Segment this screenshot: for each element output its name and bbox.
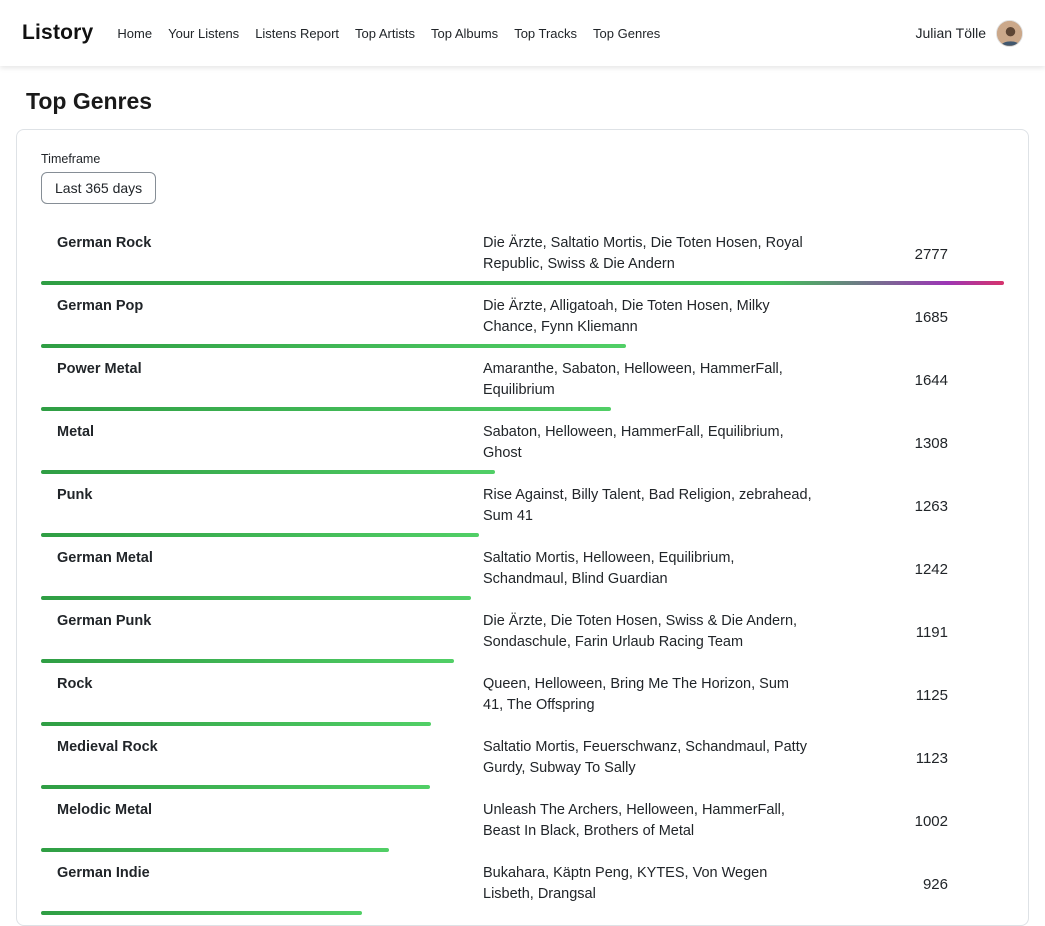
genre-count: 1191 xyxy=(813,624,988,641)
genre-row[interactable]: Rock Queen, Helloween, Bring Me The Hori… xyxy=(41,663,1004,726)
genre-bar-track xyxy=(41,911,1004,915)
genre-row[interactable]: German Rock Die Ärzte, Saltatio Mortis, … xyxy=(41,222,1004,285)
genre-row-content: Melodic Metal Unleash The Archers, Hello… xyxy=(41,800,1004,842)
nav-listens-report[interactable]: Listens Report xyxy=(255,22,339,45)
genre-name: Metal xyxy=(57,422,483,440)
timeframe-label: Timeframe xyxy=(41,152,1004,166)
genre-row-content: Punk Rise Against, Billy Talent, Bad Rel… xyxy=(41,485,1004,527)
user-menu[interactable]: Julian Tölle xyxy=(915,20,1023,47)
genre-row-content: Medieval Rock Saltatio Mortis, Feuerschw… xyxy=(41,737,1004,779)
genre-row-content: German Punk Die Ärzte, Die Toten Hosen, … xyxy=(41,611,1004,653)
user-avatar-icon[interactable] xyxy=(996,20,1023,47)
nav-your-listens[interactable]: Your Listens xyxy=(168,22,239,45)
genre-row-content: Power Metal Amaranthe, Sabaton, Hellowee… xyxy=(41,359,1004,401)
genre-row[interactable]: German Metal Saltatio Mortis, Helloween,… xyxy=(41,537,1004,600)
genre-row[interactable]: German Pop Die Ärzte, Alligatoah, Die To… xyxy=(41,285,1004,348)
genre-artists: Unleash The Archers, Helloween, HammerFa… xyxy=(483,800,813,842)
genre-count: 926 xyxy=(813,876,988,893)
genre-artists: Amaranthe, Sabaton, Helloween, HammerFal… xyxy=(483,359,813,401)
genre-row[interactable]: Power Metal Amaranthe, Sabaton, Hellowee… xyxy=(41,348,1004,411)
genre-count: 1002 xyxy=(813,813,988,830)
genre-row-content: Metal Sabaton, Helloween, HammerFall, Eq… xyxy=(41,422,1004,464)
genre-count: 2777 xyxy=(813,246,988,263)
genre-bar xyxy=(41,911,362,915)
genre-name: German Metal xyxy=(57,548,483,566)
genre-row[interactable]: German Punk Die Ärzte, Die Toten Hosen, … xyxy=(41,600,1004,663)
app-logo[interactable]: Listory xyxy=(22,21,93,45)
genre-artists: Saltatio Mortis, Helloween, Equilibrium,… xyxy=(483,548,813,590)
genre-row-content: German Rock Die Ärzte, Saltatio Mortis, … xyxy=(41,233,1004,275)
genre-artists: Rise Against, Billy Talent, Bad Religion… xyxy=(483,485,813,527)
genre-artists: Saltatio Mortis, Feuerschwanz, Schandmau… xyxy=(483,737,813,779)
timeframe-select-button[interactable]: Last 365 days xyxy=(41,172,156,204)
genre-name: Melodic Metal xyxy=(57,800,483,818)
genre-row[interactable]: Punk Rise Against, Billy Talent, Bad Rel… xyxy=(41,474,1004,537)
genre-row[interactable]: German Indie Bukahara, Käptn Peng, KYTES… xyxy=(41,852,1004,915)
genre-artists: Sabaton, Helloween, HammerFall, Equilibr… xyxy=(483,422,813,464)
genre-row[interactable]: Medieval Rock Saltatio Mortis, Feuerschw… xyxy=(41,726,1004,789)
genre-list: German Rock Die Ärzte, Saltatio Mortis, … xyxy=(41,222,1004,915)
genre-row[interactable]: Melodic Metal Unleash The Archers, Hello… xyxy=(41,789,1004,852)
genre-count: 1685 xyxy=(813,309,988,326)
genre-count: 1644 xyxy=(813,372,988,389)
nav-home[interactable]: Home xyxy=(117,22,152,45)
top-navigation-bar: Listory Home Your Listens Listens Report… xyxy=(0,0,1045,66)
genre-name: German Punk xyxy=(57,611,483,629)
main-nav: Home Your Listens Listens Report Top Art… xyxy=(117,22,660,45)
genre-artists: Queen, Helloween, Bring Me The Horizon, … xyxy=(483,674,813,716)
nav-top-tracks[interactable]: Top Tracks xyxy=(514,22,577,45)
genre-count: 1308 xyxy=(813,435,988,452)
genre-name: Power Metal xyxy=(57,359,483,377)
genre-name: Rock xyxy=(57,674,483,692)
genre-count: 1125 xyxy=(813,687,988,704)
genre-name: Medieval Rock xyxy=(57,737,483,755)
genre-count: 1263 xyxy=(813,498,988,515)
user-name: Julian Tölle xyxy=(915,25,986,41)
genre-count: 1123 xyxy=(813,750,988,767)
genre-name: Punk xyxy=(57,485,483,503)
genre-name: German Rock xyxy=(57,233,483,251)
top-genres-card: Timeframe Last 365 days German Rock Die … xyxy=(16,129,1029,926)
genre-name: German Indie xyxy=(57,863,483,881)
genre-row[interactable]: Metal Sabaton, Helloween, HammerFall, Eq… xyxy=(41,411,1004,474)
genre-count: 1242 xyxy=(813,561,988,578)
genre-row-content: Rock Queen, Helloween, Bring Me The Hori… xyxy=(41,674,1004,716)
genre-artists: Die Ärzte, Die Toten Hosen, Swiss & Die … xyxy=(483,611,813,653)
nav-top-genres[interactable]: Top Genres xyxy=(593,22,660,45)
nav-top-albums[interactable]: Top Albums xyxy=(431,22,498,45)
genre-artists: Die Ärzte, Saltatio Mortis, Die Toten Ho… xyxy=(483,233,813,275)
nav-top-artists[interactable]: Top Artists xyxy=(355,22,415,45)
genre-artists: Bukahara, Käptn Peng, KYTES, Von Wegen L… xyxy=(483,863,813,905)
genre-row-content: German Pop Die Ärzte, Alligatoah, Die To… xyxy=(41,296,1004,338)
genre-name: German Pop xyxy=(57,296,483,314)
genre-row-content: German Indie Bukahara, Käptn Peng, KYTES… xyxy=(41,863,1004,905)
genre-artists: Die Ärzte, Alligatoah, Die Toten Hosen, … xyxy=(483,296,813,338)
page-title: Top Genres xyxy=(26,88,1045,115)
genre-row-content: German Metal Saltatio Mortis, Helloween,… xyxy=(41,548,1004,590)
